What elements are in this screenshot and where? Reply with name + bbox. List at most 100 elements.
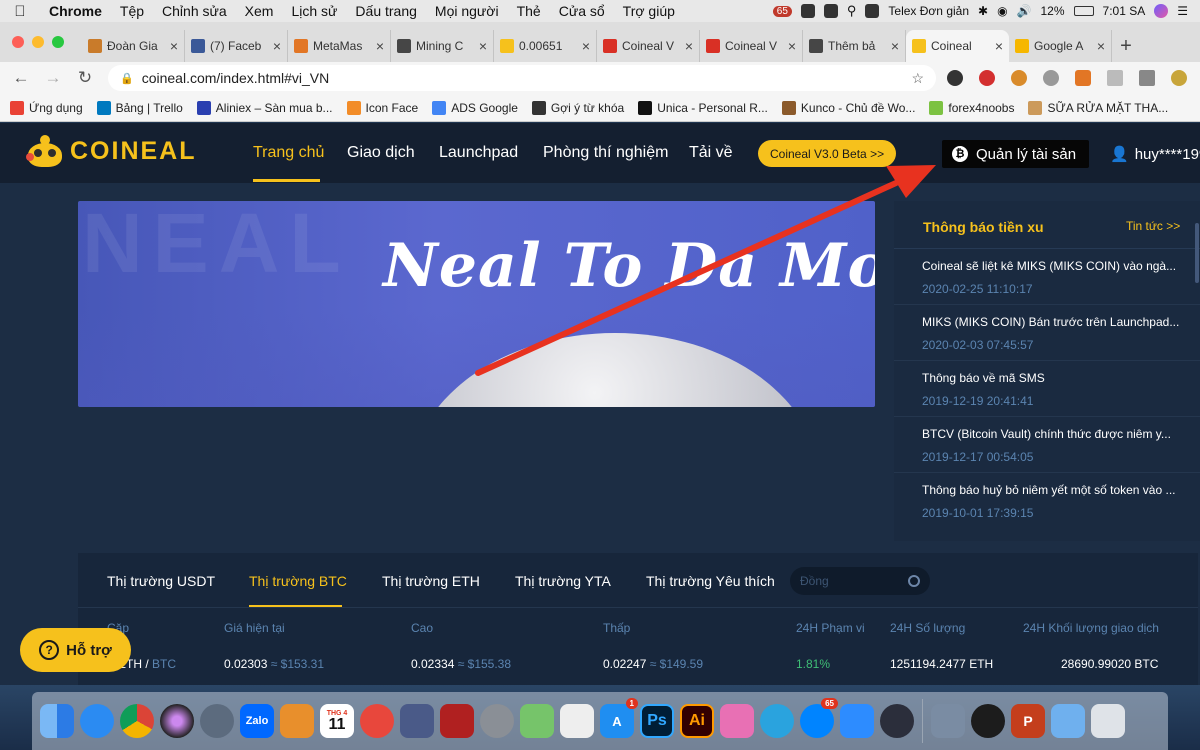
downloads-folder-icon[interactable] [1051, 704, 1085, 738]
user-menu[interactable]: 👤 huy****199 [1110, 145, 1200, 164]
col-24h-volume[interactable]: 24H Khối lượng giao dịch [1023, 621, 1159, 635]
reload-icon[interactable]: ↻ [72, 68, 98, 88]
browser-tab[interactable]: Mining C × [391, 30, 494, 62]
bookmark-item[interactable]: Unica - Personal R... [638, 100, 768, 115]
safari-icon[interactable] [80, 704, 114, 738]
browser-tab[interactable]: Coineal V × [597, 30, 700, 62]
menu-edit[interactable]: Chỉnh sửa [153, 3, 236, 19]
menu-tab[interactable]: Thẻ [508, 3, 550, 19]
sync-icon[interactable] [865, 4, 880, 18]
news-item[interactable]: Thông báo về mã SMS 2019-12-19 20:41:41 [894, 361, 1200, 417]
col-24h-amount[interactable]: 24H Số lượng [890, 621, 965, 635]
extension-grey-icon[interactable] [1107, 70, 1123, 86]
col-price[interactable]: Giá hiện tại [224, 621, 285, 635]
trash-icon[interactable] [1091, 704, 1125, 738]
nav-home[interactable]: Trang chủ [253, 144, 324, 162]
profile-avatar[interactable] [1171, 70, 1187, 86]
nav-download[interactable]: Tải về [689, 144, 733, 162]
screen-icon[interactable] [800, 4, 815, 18]
metamask-icon[interactable] [1075, 70, 1091, 86]
menu-history[interactable]: Lịch sử [282, 3, 346, 19]
bookmark-star-icon[interactable]: ☆ [911, 70, 924, 87]
nav-lab[interactable]: Phòng thí nghiệm [543, 144, 668, 162]
battery-level[interactable]: 12% [1041, 4, 1065, 18]
news-item[interactable]: MIKS (MIKS COIN) Bán trước trên Launchpa… [894, 305, 1200, 361]
close-tab-icon[interactable]: × [273, 38, 281, 54]
browser-tab[interactable]: Google A × [1009, 30, 1112, 62]
tab-market-yta[interactable]: Thị trường YTA [515, 573, 611, 589]
readlist-icon[interactable] [1139, 70, 1155, 86]
bluetooth-icon[interactable]: ✱ [978, 4, 988, 18]
bookmark-item[interactable]: Gợi ý từ khóa [531, 100, 624, 115]
col-24h-range[interactable]: 24H Phạm vi [796, 621, 865, 635]
image-capture-icon[interactable] [931, 704, 965, 738]
wifi-icon[interactable]: ◉ [997, 4, 1007, 18]
new-tab-button[interactable]: + [1112, 30, 1140, 62]
apple-menu-icon[interactable]:  [0, 3, 40, 20]
bookmark-item[interactable]: Icon Face [346, 100, 418, 115]
preview-icon[interactable] [560, 704, 594, 738]
illustrator-icon[interactable]: Ai [680, 704, 714, 738]
bookmark-item[interactable]: Aliniex – Sàn mua b... [196, 100, 333, 115]
quicktime-icon[interactable] [971, 704, 1005, 738]
opera-icon[interactable] [979, 70, 995, 86]
control-center-icon[interactable]: ☰ [1177, 4, 1188, 18]
browser-tab[interactable]: (7) Faceb × [185, 30, 288, 62]
close-tab-icon[interactable]: × [685, 38, 693, 54]
minimize-window-button[interactable] [32, 36, 44, 48]
close-window-button[interactable] [12, 36, 24, 48]
app-red-icon[interactable] [360, 704, 394, 738]
close-tab-icon[interactable]: × [376, 38, 384, 54]
menu-bookmarks[interactable]: Dấu trang [346, 3, 425, 19]
back-icon[interactable]: ← [8, 68, 34, 88]
folder-pink-icon[interactable] [720, 704, 754, 738]
nav-launchpad[interactable]: Launchpad [439, 144, 518, 162]
browser-tab[interactable]: Đoàn Gia × [82, 30, 185, 62]
col-high[interactable]: Cao [411, 621, 433, 635]
messenger-icon[interactable]: 65 [800, 698, 838, 738]
finder-icon[interactable] [40, 704, 74, 738]
news-item[interactable]: BTCV (Bitcoin Vault) chính thức được niê… [894, 417, 1200, 473]
screen-recorder-icon[interactable] [400, 704, 434, 738]
app-store-icon[interactable]: A1 [600, 698, 638, 738]
news-item[interactable]: Thông báo huỷ bỏ niêm yết một số token v… [894, 473, 1200, 529]
electron-icon[interactable] [880, 704, 914, 738]
tab-market-favorites[interactable]: Thị trường Yêu thích [646, 573, 775, 589]
siri-icon[interactable] [1154, 4, 1169, 18]
col-low[interactable]: Thấp [603, 621, 630, 635]
menu-people[interactable]: Mọi người [426, 3, 508, 19]
maps-icon[interactable] [520, 704, 554, 738]
powerpoint-icon[interactable]: P [1011, 704, 1045, 738]
search-icon[interactable]: ⚲ [847, 3, 857, 19]
input-method[interactable]: Telex Đơn giản [888, 4, 969, 18]
tab-market-btc[interactable]: Thị trường BTC [249, 573, 347, 589]
close-tab-icon[interactable]: × [891, 38, 899, 54]
browser-tab[interactable]: 0.00651 × [494, 30, 597, 62]
menu-file[interactable]: Tệp [111, 3, 153, 19]
chrome-icon[interactable] [120, 704, 154, 738]
browser-tab[interactable]: Thêm bả × [803, 30, 906, 62]
zalo-icon[interactable]: Zalo [240, 704, 274, 738]
asset-management-button[interactable]: ₿ Quản lý tài sản [942, 140, 1089, 168]
tab-market-eth[interactable]: Thị trường ETH [382, 573, 480, 589]
calculator-icon[interactable] [280, 704, 314, 738]
address-bar[interactable]: 🔒 coineal.com/index.html#vi_VN ☆ [108, 65, 936, 91]
cookie-icon[interactable] [1011, 70, 1027, 86]
page-scrollbar[interactable] [1195, 223, 1199, 283]
system-preferences-icon[interactable] [480, 704, 514, 738]
calendar-icon[interactable]: THG 4 11 [320, 704, 354, 738]
zoom-icon[interactable] [840, 704, 874, 738]
bookmark-item[interactable]: forex4noobs [929, 100, 1014, 115]
menu-window[interactable]: Cửa sổ [550, 3, 614, 19]
news-more-link[interactable]: Tin tức >> [1126, 219, 1180, 233]
launchpad-icon[interactable] [200, 704, 234, 738]
globe-icon[interactable] [1043, 70, 1059, 86]
photo-booth-icon[interactable] [440, 704, 474, 738]
nav-trade[interactable]: Giao dịch [347, 144, 415, 162]
telegram-icon[interactable] [760, 704, 794, 738]
coin-search-input[interactable]: Đồng [790, 567, 930, 595]
menu-app-name[interactable]: Chrome [40, 3, 111, 19]
chat-icon[interactable] [823, 4, 838, 18]
bookmark-item[interactable]: Ứng dụng [10, 100, 83, 115]
notification-badge[interactable]: 65 [772, 5, 792, 17]
